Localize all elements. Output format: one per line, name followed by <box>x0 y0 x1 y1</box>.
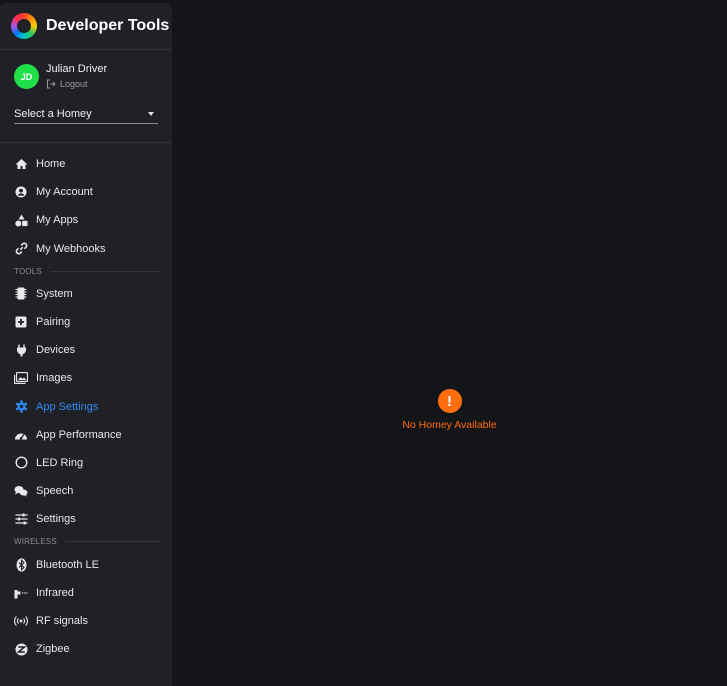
sidebar-item-label: App Performance <box>36 428 122 441</box>
app-title: Developer Tools <box>46 17 170 34</box>
logout-icon <box>47 79 56 89</box>
sidebar-item-label: Zigbee <box>36 643 70 656</box>
sidebar-item-pairing[interactable]: Pairing <box>0 308 172 336</box>
sidebar-item-label: System <box>36 287 73 300</box>
sidebar-item-bluetooth-le[interactable]: Bluetooth LE <box>0 550 172 578</box>
image-icon <box>14 371 28 385</box>
rf-icon <box>14 614 28 628</box>
sliders-icon <box>14 512 28 526</box>
brand-header: Developer Tools <box>0 3 172 50</box>
webhooks-icon <box>14 242 28 256</box>
gear-icon <box>14 400 28 414</box>
user-name: Julian Driver <box>46 63 108 75</box>
sidebar-item-my-account[interactable]: My Account <box>0 178 172 206</box>
sidebar-item-label: Speech <box>36 485 74 498</box>
sidebar-item-app-performance[interactable]: App Performance <box>0 421 172 449</box>
sidebar-item-system[interactable]: System <box>0 280 172 308</box>
plus-box-icon <box>14 315 28 329</box>
logout-label: Logout <box>60 79 88 89</box>
sidebar-item-label: My Apps <box>36 214 79 227</box>
sidebar-item-label: Pairing <box>36 316 71 329</box>
sidebar: Developer Tools JD Julian Driver Logout … <box>0 3 172 686</box>
sidebar-item-settings[interactable]: Settings <box>0 505 172 533</box>
homey-select-value: Select a Homey <box>14 108 92 120</box>
sidebar-item-infrared[interactable]: Infrared <box>0 579 172 607</box>
sidebar-item-label: My Account <box>36 186 93 199</box>
section-label-tools: TOOLS <box>0 263 172 280</box>
plug-icon <box>14 343 28 357</box>
sidebar-item-label: Home <box>36 158 66 171</box>
sidebar-item-speech[interactable]: Speech <box>0 477 172 505</box>
speech-icon <box>14 484 28 498</box>
home-icon <box>14 157 28 171</box>
sidebar-item-rf-signals[interactable]: RF signals <box>0 607 172 635</box>
user-panel: JD Julian Driver Logout <box>0 50 172 95</box>
sidebar-item-label: Infrared <box>36 586 74 599</box>
sidebar-item-label: LED Ring <box>36 456 84 469</box>
sidebar-item-label: Images <box>36 372 73 385</box>
sidebar-item-app-settings[interactable]: App Settings <box>0 393 172 421</box>
sidebar-item-label: My Webhooks <box>36 242 106 255</box>
gauge-icon <box>14 428 28 442</box>
homey-logo-icon <box>11 13 37 39</box>
chevron-down-icon <box>148 112 154 116</box>
avatar[interactable]: JD <box>14 64 39 89</box>
sidebar-item-label: Bluetooth LE <box>36 558 99 571</box>
sidebar-item-devices[interactable]: Devices <box>0 336 172 364</box>
sidebar-item-images[interactable]: Images <box>0 364 172 392</box>
account-icon <box>14 185 28 199</box>
sidebar-item-label: Settings <box>36 513 76 526</box>
bluetooth-icon <box>14 557 28 572</box>
nav-main: Home My Account My Apps My Webhooks <box>0 150 172 263</box>
sidebar-item-label: RF signals <box>36 614 88 627</box>
sidebar-item-my-apps[interactable]: My Apps <box>0 206 172 234</box>
sidebar-item-label: Devices <box>36 344 76 357</box>
sidebar-item-my-webhooks[interactable]: My Webhooks <box>0 235 172 263</box>
sidebar-item-led-ring[interactable]: LED Ring <box>0 449 172 477</box>
infrared-icon <box>14 586 28 600</box>
empty-state: ! No Homey Available <box>172 389 727 431</box>
sidebar-item-label: App Settings <box>36 400 99 413</box>
zigbee-icon <box>14 642 28 656</box>
nav-tools: System Pairing Devices Images App Settin… <box>0 280 172 534</box>
homey-select[interactable]: Select a Homey <box>14 105 158 124</box>
alert-icon: ! <box>437 389 462 413</box>
section-label-wireless: WIRELESS <box>0 533 172 550</box>
no-homey-message: No Homey Available <box>402 419 497 431</box>
ring-icon <box>14 456 28 470</box>
chip-icon <box>14 287 28 301</box>
sidebar-item-home[interactable]: Home <box>0 150 172 178</box>
logout-link[interactable]: Logout <box>46 79 107 89</box>
apps-icon <box>14 213 28 227</box>
nav-wireless: Bluetooth LE Infrared RF signals Zigbee <box>0 550 172 663</box>
sidebar-item-zigbee[interactable]: Zigbee <box>0 635 172 663</box>
